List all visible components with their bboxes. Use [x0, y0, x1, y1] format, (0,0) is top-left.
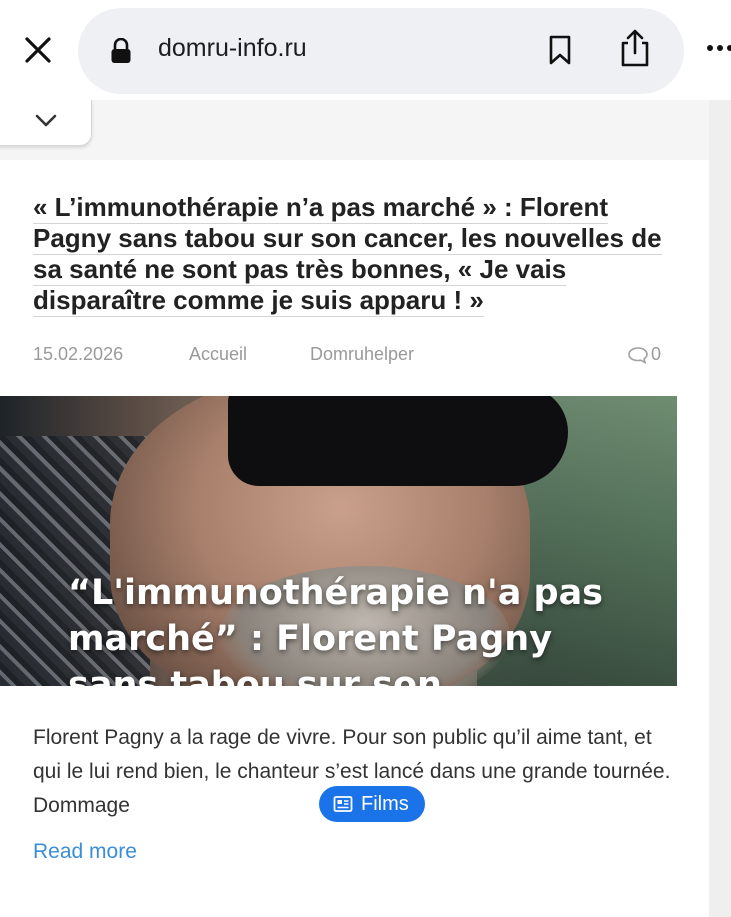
- article-headline-text[interactable]: « L’immunothérapie n’a pas marché » : Fl…: [33, 192, 662, 317]
- article-image[interactable]: “L'immunothérapie n'a pas marché” : Flor…: [0, 396, 677, 686]
- browser-toolbar: domru-info.ru: [0, 0, 731, 100]
- lock-icon: [111, 38, 131, 63]
- article-meta: 15.02.2026 Accueil Domruhelper 0: [33, 344, 663, 368]
- read-more-link[interactable]: Read more: [33, 840, 137, 864]
- chevron-down-icon: [35, 114, 57, 127]
- image-overlay-text: “L'immunothérapie n'a pas marché” : Flor…: [68, 573, 604, 686]
- article-category[interactable]: Accueil: [189, 344, 247, 365]
- newspaper-icon: [333, 796, 353, 812]
- image-sunglasses: [228, 396, 568, 486]
- bookmark-icon[interactable]: [546, 34, 574, 66]
- films-button-label: Films: [361, 792, 409, 815]
- comment-count-value: 0: [650, 344, 661, 364]
- url-text[interactable]: domru-info.ru: [158, 34, 307, 63]
- dropdown-toggle[interactable]: [0, 100, 92, 146]
- close-icon[interactable]: [20, 32, 56, 68]
- share-icon[interactable]: [618, 28, 652, 68]
- scrollbar[interactable]: [709, 100, 731, 917]
- article-date: 15.02.2026: [33, 344, 124, 364]
- films-button[interactable]: Films: [319, 786, 425, 822]
- header-strip: [0, 100, 709, 160]
- comment-icon: [628, 346, 648, 364]
- article-author[interactable]: Domruhelper: [310, 344, 414, 365]
- article-headline[interactable]: « L’immunothérapie n’a pas marché » : Fl…: [33, 192, 663, 317]
- comment-count[interactable]: 0: [627, 344, 661, 365]
- more-icon[interactable]: [706, 38, 731, 58]
